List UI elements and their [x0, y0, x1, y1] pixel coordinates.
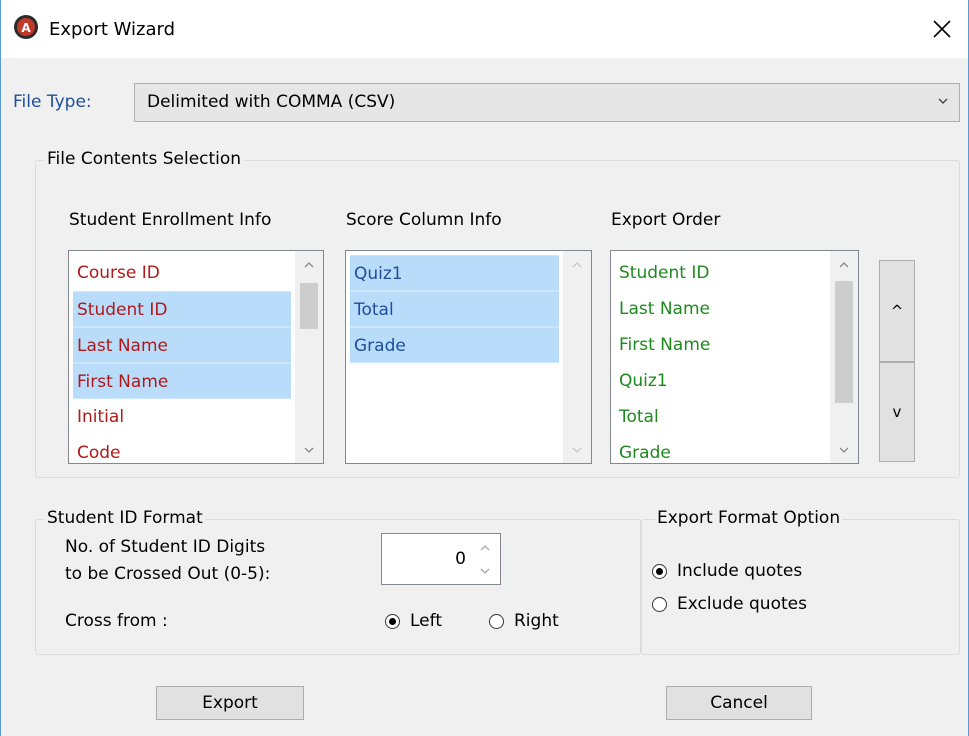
list-item[interactable]: Course ID [73, 255, 291, 291]
scroll-down-icon[interactable] [830, 437, 858, 463]
enrollment-scrollbar[interactable] [295, 251, 323, 463]
list-item[interactable]: Initial [73, 399, 291, 435]
list-item[interactable]: Quiz1 [615, 363, 826, 399]
file-type-label: File Type: [13, 92, 92, 112]
cross-left-radio[interactable]: Left [385, 611, 442, 631]
export-format-group [641, 519, 960, 655]
cross-from-label: Cross from : [65, 611, 168, 631]
cross-right-radio[interactable]: Right [489, 611, 559, 631]
list-item[interactable]: Grade [615, 435, 826, 463]
enrollment-listbox[interactable]: Course ID Student ID Last Name First Nam… [68, 250, 324, 464]
list-item[interactable]: Student ID [615, 255, 826, 291]
list-item[interactable]: First Name [615, 327, 826, 363]
app-logo-icon: A [13, 14, 39, 40]
scroll-up-icon[interactable] [830, 251, 858, 277]
cancel-button[interactable]: Cancel [666, 686, 812, 720]
move-up-button[interactable]: ^ [879, 260, 915, 362]
export-order-listbox[interactable]: Student ID Last Name First Name Quiz1 To… [610, 250, 859, 464]
radio-unselected-icon [489, 613, 504, 629]
score-scrollbar[interactable] [563, 251, 591, 463]
title-bar: A Export Wizard [1, 0, 968, 58]
include-quotes-label: Include quotes [677, 561, 803, 581]
close-icon [933, 20, 951, 38]
radio-unselected-icon [652, 596, 667, 612]
enrollment-header: Student Enrollment Info [69, 210, 272, 230]
window-title: Export Wizard [49, 19, 176, 40]
export-wizard-window: A Export Wizard File Type: Delimited wit… [0, 0, 969, 736]
scroll-thumb[interactable] [300, 283, 318, 329]
list-item[interactable]: Grade [350, 327, 559, 363]
digits-spinner[interactable]: 0 [381, 533, 501, 585]
radio-selected-icon [385, 613, 400, 629]
file-type-value: Delimited with COMMA (CSV) [147, 92, 396, 112]
list-item[interactable]: Quiz1 [350, 255, 559, 291]
scroll-thumb[interactable] [835, 281, 853, 403]
list-item[interactable]: First Name [73, 363, 291, 399]
scroll-up-icon[interactable] [563, 251, 591, 277]
score-listbox[interactable]: Quiz1 Total Grade [345, 250, 592, 464]
include-quotes-radio[interactable]: Include quotes [652, 561, 802, 581]
export-format-title: Export Format Option [655, 508, 843, 528]
cross-left-label: Left [410, 611, 442, 631]
file-contents-group-title: File Contents Selection [45, 149, 244, 169]
file-type-dropdown[interactable]: Delimited with COMMA (CSV) [134, 83, 960, 122]
cross-right-label: Right [514, 611, 559, 631]
move-down-button[interactable]: v [879, 362, 915, 462]
list-item[interactable]: Last Name [615, 291, 826, 327]
list-item[interactable]: Total [615, 399, 826, 435]
student-id-format-title: Student ID Format [45, 508, 205, 528]
list-item[interactable]: Last Name [73, 327, 291, 363]
spin-up-icon[interactable] [472, 536, 498, 558]
spin-down-icon[interactable] [472, 560, 498, 582]
list-item[interactable]: Code [73, 435, 291, 463]
scroll-down-icon[interactable] [295, 437, 323, 463]
svg-text:A: A [21, 21, 31, 35]
export-order-scrollbar[interactable] [830, 251, 858, 463]
digits-label-line2: to be Crossed Out (0-5): [65, 564, 271, 584]
exclude-quotes-radio[interactable]: Exclude quotes [652, 594, 807, 614]
export-button[interactable]: Export [156, 686, 304, 720]
score-header: Score Column Info [346, 210, 502, 230]
digits-value: 0 [455, 549, 466, 569]
close-button[interactable] [922, 9, 962, 49]
digits-label-line1: No. of Student ID Digits [65, 537, 266, 557]
radio-selected-icon [652, 563, 667, 579]
list-item[interactable]: Student ID [73, 291, 291, 327]
exclude-quotes-label: Exclude quotes [677, 594, 807, 614]
chevron-down-icon [938, 98, 948, 104]
scroll-up-icon[interactable] [295, 251, 323, 277]
export-order-header: Export Order [611, 210, 721, 230]
scroll-down-icon[interactable] [563, 437, 591, 463]
list-item[interactable]: Total [350, 291, 559, 327]
